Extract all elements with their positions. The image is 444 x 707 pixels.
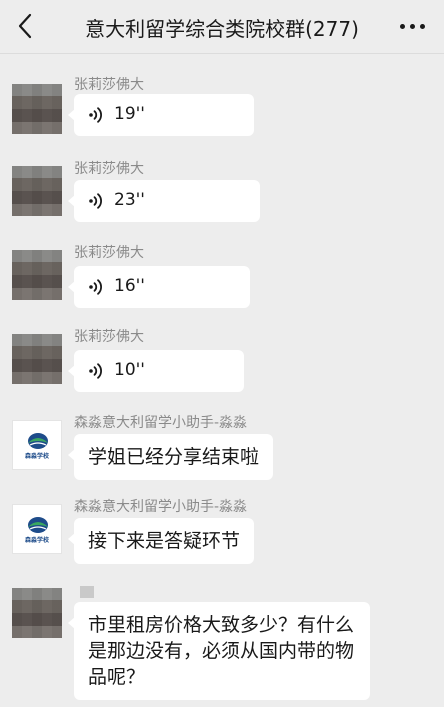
voice-wave-icon [89,107,102,123]
sender-name: 张莉莎佛大 [74,329,144,345]
avatar[interactable] [12,166,62,216]
message-text: 接下来是答疑环节 [88,530,241,552]
voice-wave-icon [89,363,102,379]
voice-message-bubble[interactable]: 19'' [68,94,254,136]
chevron-left-icon[interactable] [14,12,38,40]
sender-name-redacted [80,586,94,598]
sender-name: 张莉莎佛大 [74,161,144,177]
top-navigation-bar: 意大利留学综合类院校群(277) [0,0,444,54]
avatar[interactable]: 森淼学校 [12,420,62,470]
voice-duration: 19'' [114,104,145,124]
logo-caption: 森淼学校 [24,453,49,460]
chat-title: 意大利留学综合类院校群(277) [85,17,359,41]
voice-message-bubble[interactable]: 16'' [68,266,250,308]
logo-caption: 森淼学校 [24,537,49,544]
school-logo-icon [28,433,48,449]
text-message-bubble[interactable]: 接下来是答疑环节 [67,518,255,564]
voice-duration: 16'' [114,276,145,296]
sender-name: 森淼意大利留学小助手-淼淼 [74,415,248,431]
school-logo-icon [28,517,48,533]
sender-name: 张莉莎佛大 [74,245,144,261]
avatar[interactable] [12,84,62,134]
sender-name: 张莉莎佛大 [74,77,144,93]
sender-name: 森淼意大利留学小助手-淼淼 [74,499,248,515]
avatar[interactable] [12,334,62,384]
voice-wave-icon [89,279,102,295]
text-message-bubble[interactable]: 市里租房价格大致多少？有什么是那边没有，必须从国内带的物品呢？ [68,602,370,700]
voice-message-bubble[interactable]: 10'' [68,350,244,392]
avatar[interactable]: 森淼学校 [12,504,62,554]
avatar[interactable] [12,588,62,638]
voice-duration: 23'' [114,190,145,210]
voice-wave-icon [89,193,102,209]
avatar[interactable] [12,250,62,300]
text-message-bubble[interactable]: 学姐已经分享结束啦 [67,434,274,480]
voice-message-bubble[interactable]: 23'' [68,180,260,222]
message-text: 市里租房价格大致多少？有什么是那边没有，必须从国内带的物品呢？ [88,614,355,688]
message-text: 学姐已经分享结束啦 [88,446,260,468]
voice-duration: 10'' [114,360,145,380]
more-dots-icon[interactable] [400,14,426,38]
